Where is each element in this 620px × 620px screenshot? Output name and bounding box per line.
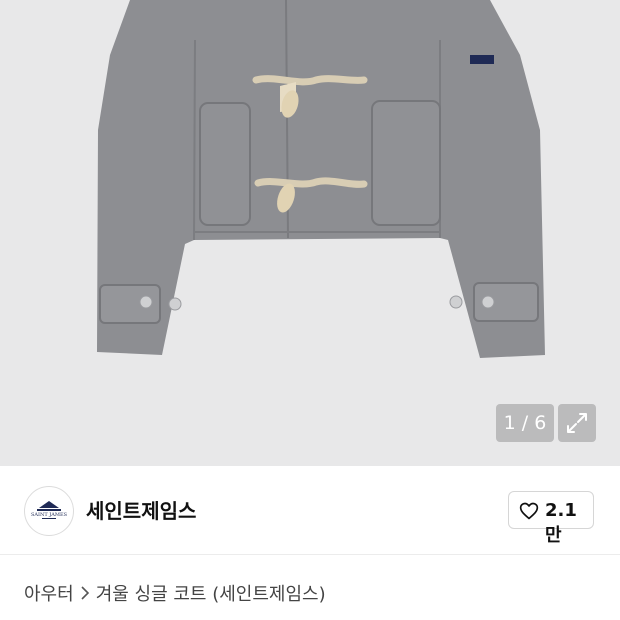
like-count: 2.1만 (545, 500, 577, 546)
heart-outline-icon (519, 502, 539, 520)
chevron-right-icon (81, 586, 89, 600)
svg-text:SAINT JAMES: SAINT JAMES (31, 512, 68, 518)
expand-button[interactable] (558, 404, 596, 442)
like-button[interactable]: 2.1만 (508, 491, 594, 546)
expand-icon (567, 413, 587, 433)
breadcrumb-category[interactable]: 아우터 (24, 580, 74, 606)
brand-row[interactable]: SAINT JAMES 세인트제임스 2.1만 (0, 466, 620, 555)
saint-james-logo-icon: SAINT JAMES (31, 501, 68, 519)
product-image-gallery[interactable]: 1 / 6 (0, 0, 620, 466)
breadcrumb: 아우터 겨울 싱글 코트 (세인트제임스) (24, 580, 326, 606)
brand-name[interactable]: 세인트제임스 (86, 495, 196, 524)
product-image (97, 0, 545, 358)
image-counter: 1 / 6 (496, 404, 554, 442)
brand-logo[interactable]: SAINT JAMES (24, 486, 74, 536)
breadcrumb-product: 겨울 싱글 코트 (세인트제임스) (95, 584, 326, 605)
